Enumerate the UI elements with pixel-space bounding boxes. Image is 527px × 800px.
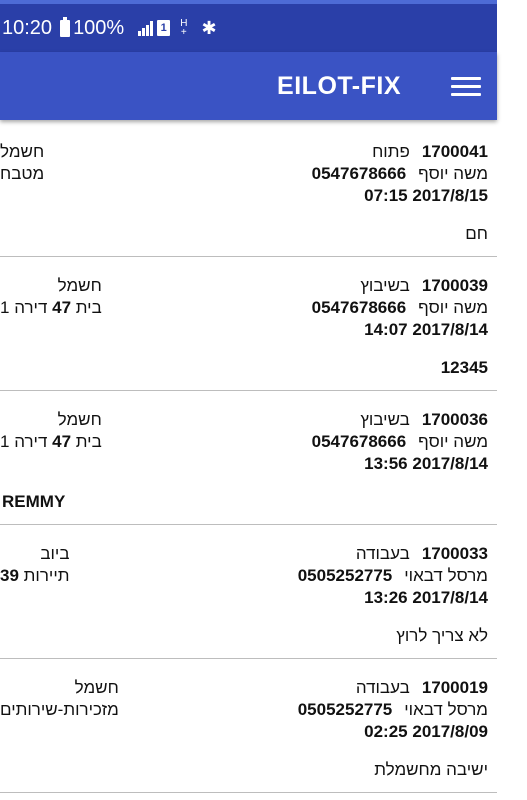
contact-phone: 0547678666 [311,432,407,451]
ticket-details: 1700041 פתוח משה יוסף 0547678666 2017/8/15… [312,141,488,207]
ticket-id: 1700019 [421,678,488,697]
app-title: EILOT-FIX [277,72,401,100]
ticket-id: 1700039 [421,276,488,295]
ticket-details: 1700036 בשיבוץ משה יוסף 0547678666 2017/8/… [312,409,488,475]
ticket-card[interactable]: 1700033 בעבודה מרסל דבאוי 0505252775 2017/… [0,525,497,659]
ticket-card[interactable]: 1700041 פתוח משה יוסף 0547678666 2017/8/15… [0,123,497,257]
ticket-location: בית 47 דירה 1 [0,298,102,317]
battery-icon [60,16,71,37]
ticket-status: בשיבוץ [360,276,410,295]
ticket-id: 1700041 [421,142,488,161]
ticket-card[interactable]: 1700036 בשיבוץ משה יוסף 0547678666 2017/8/… [0,391,497,525]
contact-name: מרסל דבאוי [404,700,488,719]
ticket-datetime: 2017/8/14 13:56 [364,454,488,473]
ticket-note: ישיבה מחשמלת [374,760,488,779]
hamburger-menu-icon[interactable] [451,72,481,100]
ticket-status: פתוח [372,142,410,161]
ticket-list: 1700041 פתוח משה יוסף 0547678666 2017/8/15… [0,123,497,793]
contact-name: משה יוסף [418,164,488,183]
ticket-note: לא צריך לרוץ [396,626,488,645]
ticket-id: 1700033 [421,544,488,563]
contact-name: מרסל דבאוי [404,566,488,585]
clock: 10:20 [2,16,53,39]
ticket-meta: חשמל בית 47 דירה 1 [0,275,102,319]
ticket-category: חשמל [57,276,102,295]
ticket-details: 1700039 בשיבוץ משה יוסף 0547678666 2017/8/… [312,275,488,341]
ticket-card[interactable]: 1700039 בשיבוץ משה יוסף 0547678666 2017/8/… [0,257,497,391]
ticket-note: 12345 [440,358,488,377]
ticket-status: בעבודה [355,544,410,563]
ticket-datetime: 2017/8/09 02:25 [364,722,488,741]
ticket-note: חם [465,224,488,243]
ticket-meta: חשמל בית 47 דירה 1 [0,409,102,453]
ticket-status: בעבודה [355,678,410,697]
ticket-status: בשיבוץ [360,410,410,429]
app-bar: EILOT-FIX [0,52,497,120]
ticket-location: מטבח [0,164,45,183]
ticket-datetime: 2017/8/14 13:26 [364,588,488,607]
contact-name: משה יוסף [418,432,488,451]
contact-phone: 0505252775 [297,566,393,585]
ticket-category: חשמל [74,678,119,697]
ticket-meta: ביוב תיירות 39 [0,543,69,587]
ticket-meta: חשמל מזכירות-שירותים [0,677,119,721]
contact-phone: 0547678666 [311,298,407,317]
ticket-datetime: 2017/8/14 14:07 [364,320,488,339]
contact-phone: 0505252775 [297,700,393,719]
ticket-meta: חשמל מטבח [0,141,44,185]
signal-icon [138,20,154,36]
ticket-details: 1700019 בעבודה מרסל דבאוי 0505252775 2017/… [298,677,488,743]
network-type-icon: H + [180,18,188,38]
ticket-category: ביוב [40,544,70,563]
ticket-category: חשמל [0,142,45,161]
contact-name: משה יוסף [418,298,488,317]
battery-indicator: 100% [60,16,125,40]
battery-level: 100% [73,16,125,39]
ticket-id: 1700036 [421,410,488,429]
ticket-note: REMMY [2,492,66,511]
ticket-location: מזכירות-שירותים [0,700,119,719]
ticket-location: בית 47 דירה 1 [0,432,102,451]
contact-phone: 0547678666 [311,164,407,183]
ticket-location: תיירות 39 [0,566,70,585]
sim-icon: 1 [157,20,171,36]
ticket-card[interactable]: 1700019 בעבודה מרסל דבאוי 0505252775 2017/… [0,659,497,793]
ticket-details: 1700033 בעבודה מרסל דבאוי 0505252775 2017/… [298,543,488,609]
ticket-category: חשמל [57,410,102,429]
status-bar: 10:20 100% 1 H + ✱ [0,0,497,52]
bluetooth-icon: ✱ [201,17,217,38]
ticket-datetime: 2017/8/15 07:15 [364,186,488,205]
